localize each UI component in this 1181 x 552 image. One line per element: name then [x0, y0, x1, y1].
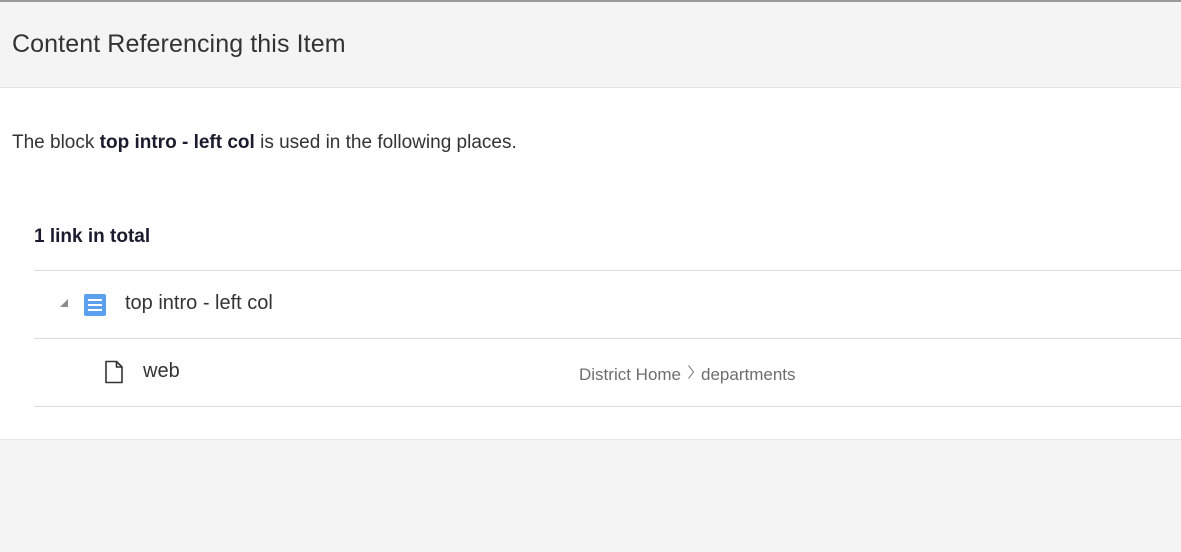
tree-row-page[interactable]: web District Home departments: [34, 340, 1181, 406]
usage-description: The block top intro - left col is used i…: [12, 132, 517, 154]
description-suffix: is used in the following places.: [254, 132, 517, 153]
breadcrumb-item[interactable]: departments: [701, 365, 796, 384]
referenced-item-name: top intro - left col: [99, 132, 255, 153]
description-prefix: The block: [12, 132, 100, 153]
dialog-header: Content Referencing this Item: [0, 2, 1181, 88]
list-divider: [34, 406, 1181, 407]
dialog-body: The block top intro - left col is used i…: [0, 88, 1181, 440]
list-divider: [34, 270, 1181, 271]
page-icon: [105, 360, 123, 384]
link-count-heading: 1 link in total: [34, 226, 151, 247]
list-divider: [34, 338, 1181, 339]
tree-row-block[interactable]: top intro - left col: [34, 272, 1181, 338]
tree-row-label[interactable]: web: [143, 360, 180, 383]
breadcrumb-path: District Home departments: [579, 364, 796, 385]
dialog-title: Content Referencing this Item: [12, 30, 346, 58]
chevron-right-icon: [688, 365, 695, 379]
block-list-icon: [84, 294, 106, 316]
expand-toggle-icon[interactable]: [59, 298, 69, 308]
breadcrumb-item[interactable]: District Home: [579, 365, 681, 384]
tree-row-label[interactable]: top intro - left col: [125, 292, 273, 315]
